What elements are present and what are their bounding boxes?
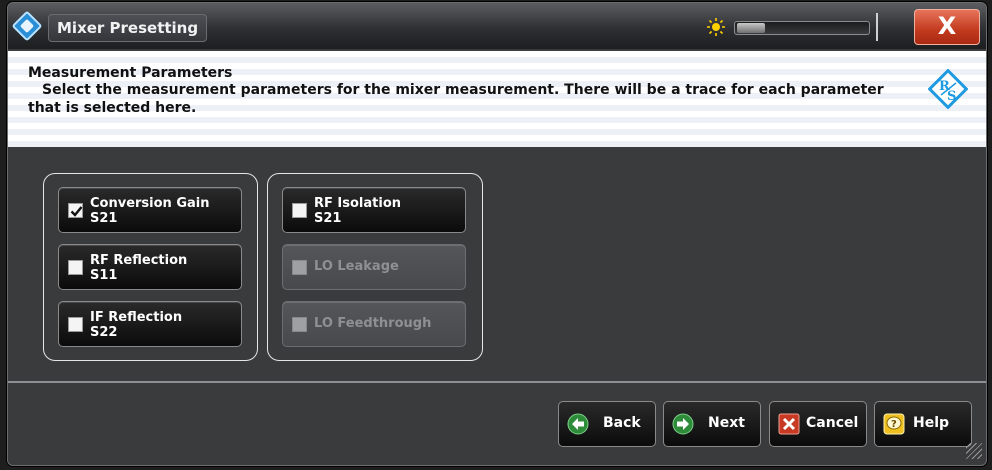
brightness-slider-thumb[interactable]: [737, 23, 765, 33]
param-label: IF Reflection: [90, 310, 183, 325]
param-label: RF Reflection: [90, 253, 188, 268]
back-arrow-icon: [567, 413, 589, 435]
param-sublabel: S11: [90, 268, 118, 283]
cancel-x-icon: [778, 413, 800, 435]
section-title: Measurement Parameters: [28, 65, 233, 81]
section-description: Select the measurement parameters for th…: [28, 82, 884, 116]
param-sublabel: S21: [90, 211, 118, 226]
check-icon: [70, 206, 83, 217]
rs-app-icon: [11, 10, 43, 42]
if-reflection-toggle[interactable]: IF Reflection S22: [58, 301, 242, 347]
param-label: LO Feedthrough: [314, 316, 432, 331]
next-button[interactable]: Next: [663, 401, 761, 447]
param-label: Conversion Gain: [90, 196, 210, 211]
brightness-sun-icon: [707, 18, 725, 36]
lo-feedthrough-toggle: LO Feedthrough: [282, 301, 466, 347]
svg-text:?: ?: [891, 419, 897, 430]
parameter-area: Conversion Gain S21 RF Reflection S11 IF…: [8, 149, 986, 381]
rf-isolation-checkbox[interactable]: [292, 203, 307, 218]
lo-leakage-checkbox: [292, 260, 307, 275]
back-button[interactable]: Back: [558, 401, 656, 447]
wizard-footer: Back Next Cancel ? Help: [8, 383, 986, 463]
help-icon: ?: [883, 413, 905, 435]
rf-reflection-toggle[interactable]: RF Reflection S11: [58, 244, 242, 290]
back-label: Back: [603, 415, 641, 431]
param-label: LO Leakage: [314, 259, 399, 274]
conversion-gain-toggle[interactable]: Conversion Gain S21: [58, 187, 242, 233]
resize-grip[interactable]: [966, 443, 982, 459]
param-sublabel: S22: [90, 325, 118, 340]
if-reflection-checkbox[interactable]: [68, 317, 83, 332]
rs-logo-icon: R S: [928, 69, 968, 109]
param-sublabel: S21: [314, 211, 342, 226]
rf-reflection-checkbox[interactable]: [68, 260, 83, 275]
title-bar[interactable]: Mixer Presetting X: [8, 3, 986, 49]
next-label: Next: [708, 415, 745, 431]
lo-feedthrough-checkbox: [292, 317, 307, 332]
cancel-button[interactable]: Cancel: [769, 401, 867, 447]
mixer-presetting-dialog: Mixer Presetting X Measurement Parameter…: [7, 2, 987, 466]
help-label: Help: [913, 415, 950, 431]
title-divider: [876, 13, 878, 41]
lo-leakage-toggle: LO Leakage: [282, 244, 466, 290]
close-button[interactable]: X: [914, 9, 980, 45]
conversion-gain-checkbox[interactable]: [68, 203, 83, 218]
instruction-header: Measurement Parameters Select the measur…: [8, 51, 986, 147]
brightness-slider[interactable]: [734, 21, 870, 35]
cancel-label: Cancel: [806, 415, 859, 431]
next-arrow-icon: [672, 413, 694, 435]
rf-isolation-toggle[interactable]: RF Isolation S21: [282, 187, 466, 233]
param-label: RF Isolation: [314, 196, 402, 211]
window-title: Mixer Presetting: [48, 14, 208, 42]
help-button[interactable]: ? Help: [874, 401, 972, 447]
svg-text:S: S: [947, 89, 956, 104]
